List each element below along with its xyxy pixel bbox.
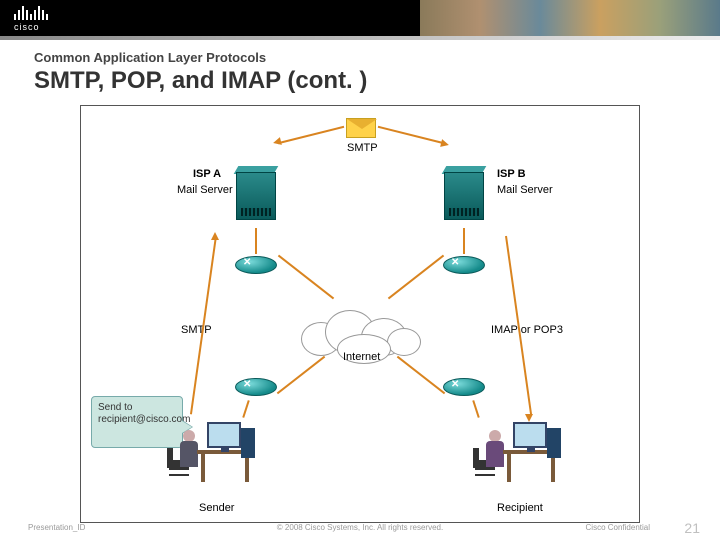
arrow-line — [255, 228, 257, 254]
workstation-recipient-icon — [473, 416, 563, 496]
router-icon: ✕ — [235, 254, 277, 278]
router-icon: ✕ — [443, 376, 485, 400]
router-icon: ✕ — [235, 376, 277, 400]
isp-a-role: Mail Server — [177, 184, 233, 196]
arrow-line — [378, 126, 444, 144]
isp-b-name: ISP B — [497, 168, 526, 180]
isp-a-name: ISP A — [193, 168, 221, 180]
arrow-line — [278, 255, 334, 300]
presentation-id: Presentation_ID — [28, 523, 85, 532]
arrow-head-icon — [211, 232, 219, 240]
page-title: SMTP, POP, and IMAP (cont. ) — [34, 67, 686, 95]
arrow-head-icon — [525, 414, 533, 422]
people-banner-image — [420, 0, 720, 36]
cisco-bars-icon — [14, 4, 48, 20]
arrow-head-icon — [272, 137, 282, 147]
brand-text: cisco — [14, 22, 48, 32]
server-isp-b-icon — [439, 166, 489, 226]
isp-b-role: Mail Server — [497, 184, 553, 196]
top-protocol-label: SMTP — [347, 142, 378, 154]
title-block: Common Application Layer Protocols SMTP,… — [0, 40, 720, 99]
confidential-text: Cisco Confidential — [586, 523, 650, 532]
router-icon: ✕ — [443, 254, 485, 278]
server-isp-a-icon — [231, 166, 281, 226]
arrow-line — [388, 255, 444, 300]
page-number: 21 — [684, 520, 700, 536]
left-protocol-label: SMTP — [181, 324, 212, 336]
envelope-icon — [346, 118, 376, 138]
recipient-label: Recipient — [497, 502, 543, 514]
cisco-logo: cisco — [14, 4, 48, 32]
eyebrow-text: Common Application Layer Protocols — [34, 50, 686, 65]
diagram: SMTP ISP A Mail Server ISP B Mail Server… — [80, 105, 640, 523]
copyright-text: © 2008 Cisco Systems, Inc. All rights re… — [277, 523, 443, 532]
right-protocol-label: IMAP or POP3 — [491, 324, 563, 336]
sender-label: Sender — [199, 502, 234, 514]
arrow-line — [463, 228, 465, 254]
workstation-sender-icon — [167, 416, 257, 496]
cloud-label: Internet — [343, 351, 380, 363]
top-bar: cisco — [0, 0, 720, 36]
footer: Presentation_ID © 2008 Cisco Systems, In… — [0, 514, 720, 540]
arrow-head-icon — [440, 139, 450, 149]
arrow-line — [278, 126, 344, 144]
